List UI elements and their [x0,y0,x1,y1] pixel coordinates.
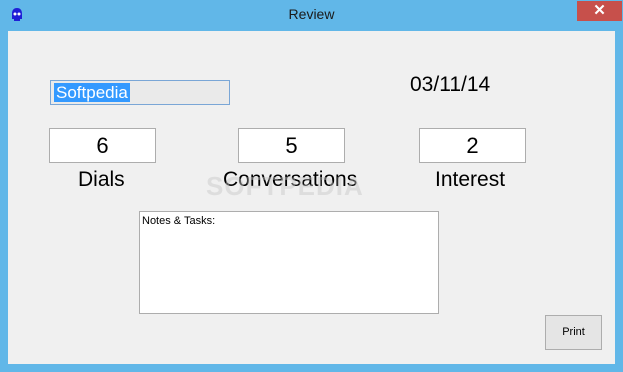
client-area: Softpedia 03/11/14 6 5 2 Dials Conversat… [8,31,615,364]
interest-count-field[interactable]: 2 [419,128,526,163]
review-window: Review ✕ Softpedia 03/11/14 6 5 2 Dials … [0,0,623,372]
window-title: Review [288,6,335,22]
title-bar[interactable]: Review ✕ [0,0,623,31]
name-input[interactable]: Softpedia [50,80,230,105]
notes-textarea[interactable]: Notes & Tasks: [139,211,439,314]
dials-label: Dials [78,168,125,191]
name-input-value: Softpedia [54,83,130,102]
interest-label: Interest [435,168,506,191]
conversations-count-field[interactable]: 5 [238,128,345,163]
dials-count-field[interactable]: 6 [49,128,156,163]
print-button[interactable]: Print [545,315,602,350]
date-label: 03/11/14 [410,73,491,96]
close-button[interactable]: ✕ [577,1,622,21]
watermark: SOFTPEDIA [206,171,364,201]
